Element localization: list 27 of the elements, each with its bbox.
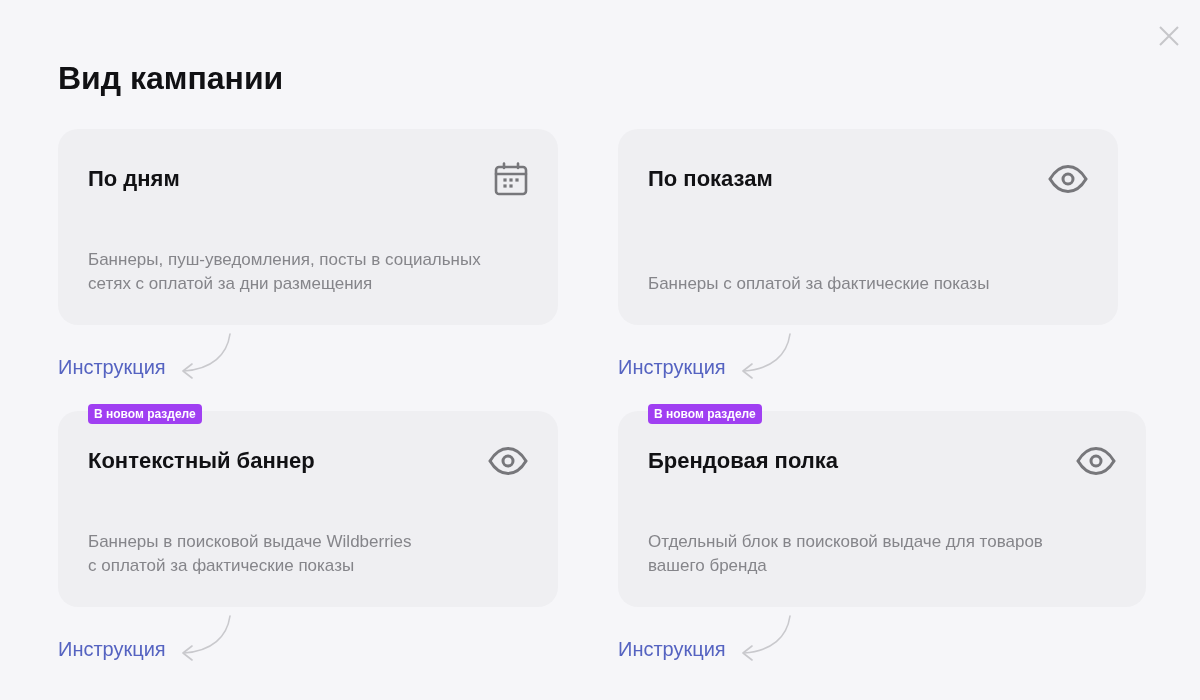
new-section-badge: В новом разделе (88, 404, 202, 424)
card-description: Баннеры с оплатой за фактические показы (648, 273, 990, 295)
instruction-link[interactable]: Инструкция (58, 637, 166, 661)
instruction-link[interactable]: Инструкция (58, 355, 166, 379)
instruction-link[interactable]: Инструкция (618, 637, 726, 661)
card-title: По дням (88, 165, 180, 193)
dialog-title: Вид кампании (58, 59, 284, 97)
instruction-link[interactable]: Инструкция (618, 355, 726, 379)
eye-icon (488, 447, 528, 475)
curved-arrow-icon (739, 333, 792, 379)
calendar-icon (494, 162, 528, 196)
new-section-badge: В новом разделе (648, 404, 762, 424)
eye-icon (1076, 447, 1116, 475)
card-description: Баннеры, пуш-уведомления, посты в социальных сетях с оплатой за дни размещения (88, 249, 481, 295)
campaign-type-card[interactable]: По дням Баннеры, пуш-уведомления, посты в социальных сетях с оплатой за дни размещения (58, 129, 558, 325)
eye-icon (1048, 165, 1088, 193)
close-icon (1159, 26, 1179, 46)
close-button[interactable] (1159, 26, 1179, 46)
card-title: По показам (648, 165, 773, 193)
card-title: Контекстный баннер (88, 447, 315, 475)
campaign-type-card[interactable]: По показам Баннеры с оплатой за фактические показы (618, 129, 1118, 325)
card-description: Отдельный блок в поисковой выдаче для товаров вашего бренда (648, 531, 1043, 577)
curved-arrow-icon (179, 333, 232, 379)
curved-arrow-icon (179, 615, 232, 661)
curved-arrow-icon (739, 615, 792, 661)
card-description: Баннеры в поисковой выдаче Wildberries с оплатой за фактические показы (88, 531, 412, 577)
card-title: Брендовая полка (648, 447, 838, 475)
